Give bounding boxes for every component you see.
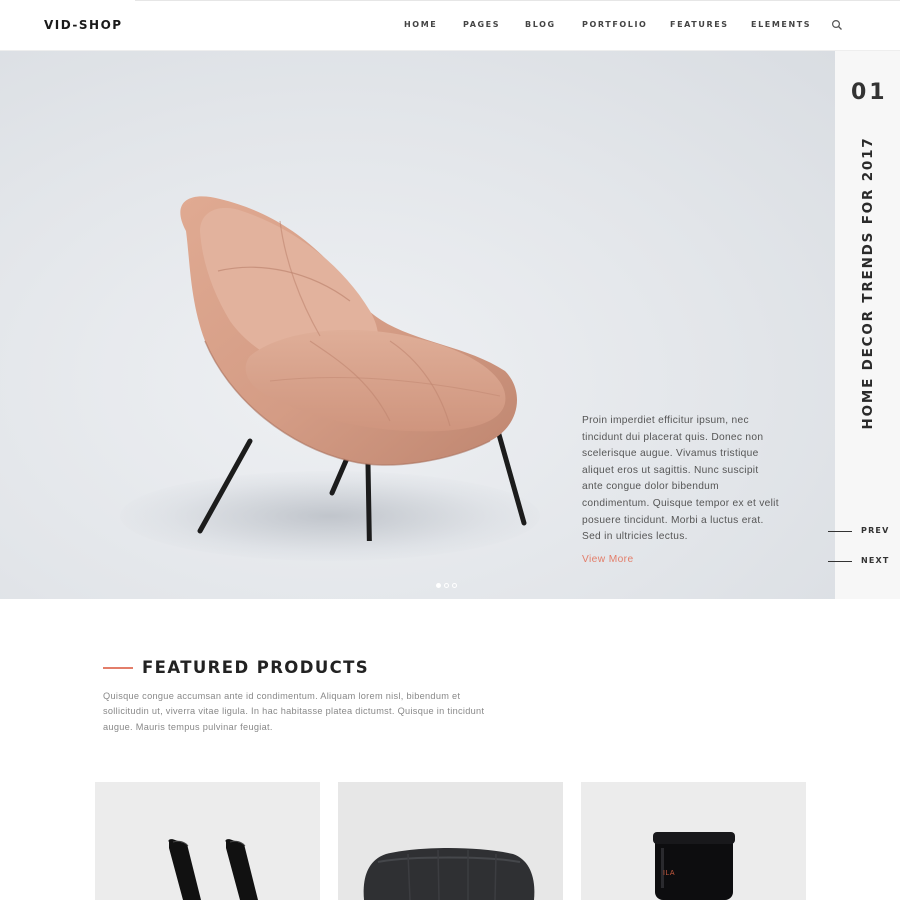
next-line	[828, 561, 852, 562]
hero-text-line: tincidunt dui placerat quis. Donec non	[582, 431, 764, 443]
nav-pages[interactable]: PAGES	[463, 20, 500, 29]
slider-dot[interactable]	[452, 583, 457, 588]
hero-text-line: Sed in ultricies lectus.	[582, 531, 688, 543]
main-nav: HOME PAGES BLOG PORTFOLIO FEATURES ELEME…	[0, 20, 900, 32]
site-header: VID-SHOP HOME PAGES BLOG PORTFOLIO FEATU…	[0, 0, 900, 51]
prev-label: PREV	[861, 526, 890, 535]
featured-title: FEATURED PRODUCTS	[142, 658, 370, 677]
lounge-chair-image	[180, 196, 527, 541]
nav-home[interactable]: HOME	[404, 20, 437, 29]
product-card-jar[interactable]: ILA	[581, 782, 806, 900]
featured-desc-line: sollicitudin ut, viverra vitae ligula. I…	[103, 706, 485, 717]
slider-dot[interactable]	[436, 583, 441, 588]
nav-elements[interactable]: ELEMENTS	[751, 20, 811, 29]
jar-image	[653, 832, 735, 900]
hero-text-line: Proin imperdiet efficitur ipsum, nec	[582, 415, 749, 426]
header-top-border	[135, 0, 900, 1]
product-card-armchair[interactable]	[338, 782, 563, 900]
nav-features[interactable]: FEATURES	[670, 20, 729, 29]
next-label: NEXT	[861, 556, 890, 565]
product-card-bookends[interactable]	[95, 782, 320, 900]
prev-line	[828, 531, 852, 532]
nav-blog[interactable]: BLOG	[525, 20, 556, 29]
featured-accent-line	[103, 667, 133, 669]
armchair-image	[363, 848, 535, 900]
search-icon[interactable]	[831, 19, 843, 31]
slide-vertical-title: HOME DECOR TRENDS FOR 2017	[860, 136, 876, 430]
featured-description: Quisque congue accumsan ante id condimen…	[103, 689, 503, 735]
hero-text-line: aliquet eros ut sagittis. Nunc suscipit	[582, 464, 759, 476]
hero-text-line: scelerisque augue. Vivamus tristique	[582, 448, 759, 460]
hero-slider: Proin imperdiet efficitur ipsum, nec tin…	[0, 51, 835, 599]
hero-description: Proin imperdiet efficitur ipsum, nec tin…	[582, 413, 797, 546]
bookends-image	[168, 839, 258, 900]
slider-dots	[436, 575, 460, 588]
slide-number: 01	[851, 80, 888, 105]
hero-text-line: condimentum. Quisque tempor ex et velit	[582, 497, 779, 509]
hero-text-line: posuere tincidunt. Morbi a luctus erat.	[582, 514, 764, 526]
featured-desc-line: Quisque congue accumsan ante id condimen…	[103, 691, 461, 701]
view-more-link[interactable]: View More	[582, 554, 634, 565]
nav-portfolio[interactable]: PORTFOLIO	[582, 20, 647, 29]
hero-text-line: ante congue dolor bibendum	[582, 481, 719, 493]
slider-dot[interactable]	[444, 583, 449, 588]
jar-label: ILA	[663, 870, 676, 877]
featured-desc-line: augue. Mauris tempus pulvinar feugiat.	[103, 721, 273, 732]
